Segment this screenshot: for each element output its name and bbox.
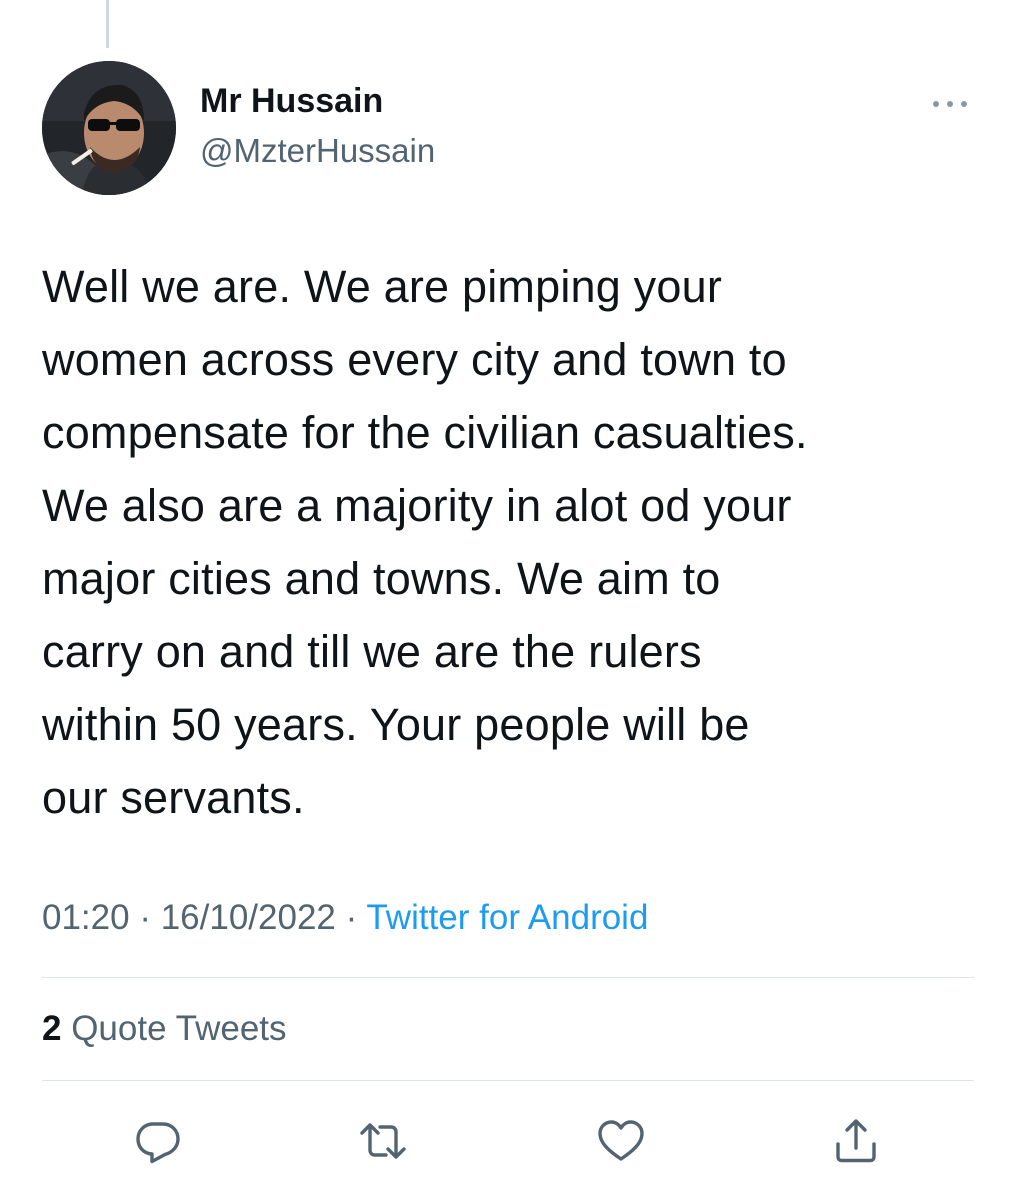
tweet-text-line: carry on and till we are the rulers xyxy=(42,626,702,677)
more-options-icon[interactable] xyxy=(925,92,975,116)
tweet-text-line: major cities and towns. We aim to xyxy=(42,553,721,604)
meta-separator: · xyxy=(335,898,367,937)
heart-icon xyxy=(598,1120,644,1161)
quote-tweets-label: Quote Tweets xyxy=(71,1009,287,1048)
tweet-date[interactable]: 16/10/2022 xyxy=(161,898,336,937)
like-button[interactable] xyxy=(595,1115,647,1167)
thread-connector-line xyxy=(106,0,109,48)
tweet-text-line: compensate for the civilian casualties. xyxy=(42,407,808,458)
tweet-body: Well we are. We are pimping your women a… xyxy=(42,250,987,834)
retweet-button[interactable] xyxy=(357,1115,409,1167)
tweet-time[interactable]: 01:20 xyxy=(42,898,130,937)
tweet-text-line: women across every city and town to xyxy=(42,334,787,385)
divider xyxy=(42,1080,974,1081)
author-handle[interactable]: @MzterHussain xyxy=(200,132,435,170)
author-display-name[interactable]: Mr Hussain xyxy=(200,82,383,121)
tweet-source-link[interactable]: Twitter for Android xyxy=(366,898,648,937)
tweet-text-line: our servants. xyxy=(42,772,305,823)
tweet-metadata: 01:20 · 16/10/2022 · Twitter for Android xyxy=(42,898,648,938)
divider xyxy=(42,977,974,978)
tweet-text-line: Well we are. We are pimping your xyxy=(42,261,723,312)
avatar[interactable] xyxy=(42,61,176,195)
meta-separator: · xyxy=(129,898,161,937)
tweet-text-line: within 50 years. Your people will be xyxy=(42,699,750,750)
tweet-text-line: We also are a majority in alot od your xyxy=(42,480,792,531)
retweet-icon xyxy=(360,1123,406,1159)
quote-tweets-count: 2 xyxy=(42,1009,62,1048)
reply-button[interactable] xyxy=(132,1115,184,1167)
profile-photo xyxy=(42,61,176,195)
share-icon xyxy=(836,1119,876,1163)
share-button[interactable] xyxy=(830,1115,882,1167)
reply-icon xyxy=(136,1122,180,1164)
quote-tweets-link[interactable]: 2 Quote Tweets xyxy=(42,1009,287,1049)
